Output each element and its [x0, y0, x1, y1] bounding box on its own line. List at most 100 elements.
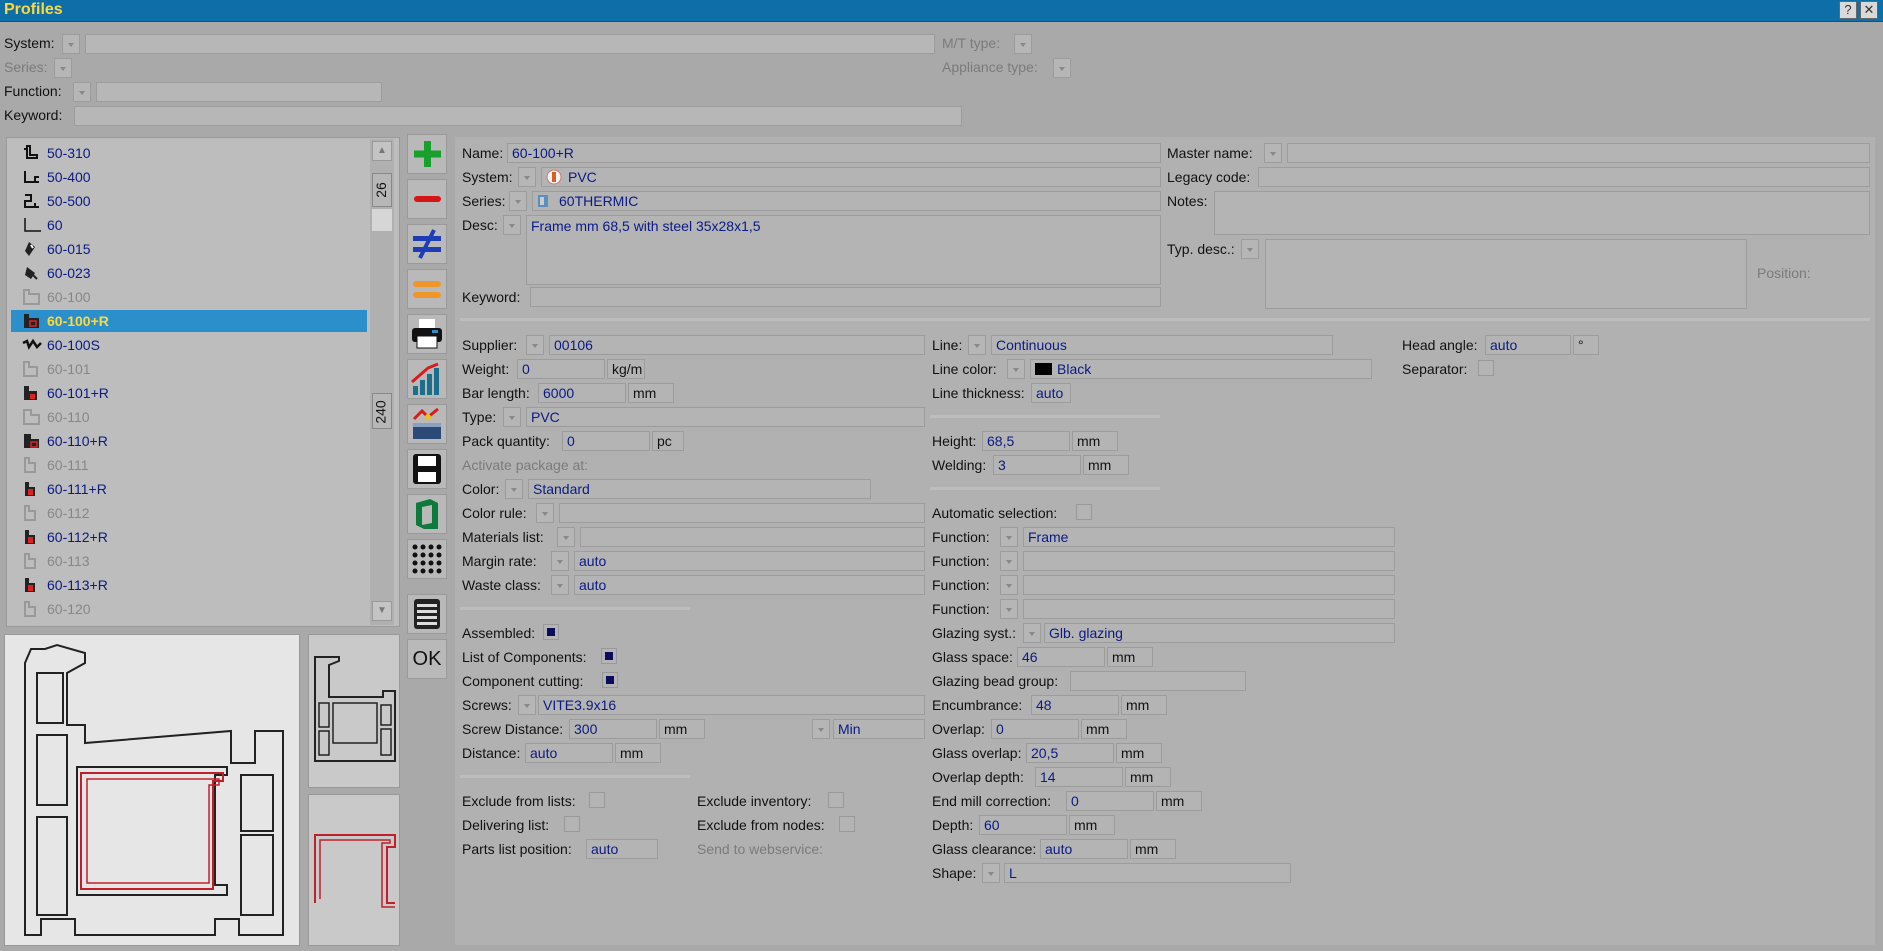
list-item[interactable]: 60-111+R: [11, 478, 367, 500]
separator-checkbox[interactable]: [1478, 360, 1494, 376]
line-field[interactable]: Continuous: [991, 335, 1333, 355]
list-item[interactable]: 60: [11, 214, 367, 236]
save-button[interactable]: [407, 449, 447, 489]
system-filter-field[interactable]: [85, 34, 935, 54]
series-dropdown[interactable]: [509, 191, 527, 211]
list-item[interactable]: 60-100: [11, 286, 367, 308]
margin-rate-field[interactable]: auto: [574, 551, 925, 571]
name-input[interactable]: 60-100+R: [507, 143, 1161, 163]
scroll-down-icon[interactable]: ▼: [372, 601, 392, 621]
materials-list-button[interactable]: [557, 527, 575, 547]
screws-button[interactable]: [518, 695, 536, 715]
glass-clearance-input[interactable]: auto: [1040, 839, 1128, 859]
list-scrollbar[interactable]: ▲ 26 240 ▼: [370, 139, 394, 625]
remove-button[interactable]: [407, 179, 447, 219]
pack-quantity-input[interactable]: 0: [562, 431, 650, 451]
materials-list-field[interactable]: [580, 527, 925, 547]
overlap-input[interactable]: 0: [991, 719, 1079, 739]
master-name-button[interactable]: [1264, 143, 1282, 163]
list-item[interactable]: 60-112: [11, 502, 367, 524]
list-item[interactable]: 60-023: [11, 262, 367, 284]
list-item[interactable]: 60-110: [11, 406, 367, 428]
equal-button[interactable]: [407, 269, 447, 309]
scroll-up-icon[interactable]: ▲: [372, 141, 392, 161]
ok-button[interactable]: OK: [407, 639, 447, 679]
margin-rate-dropdown[interactable]: [551, 551, 569, 571]
color-rule-button[interactable]: [536, 503, 554, 523]
type-dropdown[interactable]: [503, 407, 521, 427]
desc-flag-icon[interactable]: [503, 215, 521, 235]
compare-button[interactable]: [407, 224, 447, 264]
list-item[interactable]: 60-113: [11, 550, 367, 572]
desc-input[interactable]: Frame mm 68,5 with steel 35x28x1,5: [526, 215, 1161, 285]
delivering-list-checkbox[interactable]: [564, 816, 580, 832]
function-dropdown-1[interactable]: [1000, 527, 1018, 547]
depth-input[interactable]: 60: [979, 815, 1067, 835]
grid-button[interactable]: [407, 539, 447, 579]
function-field-2[interactable]: [1023, 551, 1395, 571]
overlap-depth-input[interactable]: 14: [1035, 767, 1123, 787]
list-item[interactable]: 60-100S: [11, 334, 367, 356]
head-angle-input[interactable]: auto: [1485, 335, 1571, 355]
list-item[interactable]: 60-015: [11, 238, 367, 260]
list-item[interactable]: 60-101: [11, 358, 367, 380]
list-of-components-checkbox[interactable]: [601, 648, 617, 664]
exclude-from-nodes-checkbox[interactable]: [839, 816, 855, 832]
shape-dropdown[interactable]: [982, 863, 1000, 883]
function-dropdown-2[interactable]: [1000, 551, 1018, 571]
keyword-input[interactable]: [530, 287, 1161, 307]
typ-desc-input[interactable]: [1265, 239, 1747, 309]
supplier-input[interactable]: 00106: [549, 335, 925, 355]
close-button[interactable]: ✕: [1860, 1, 1878, 19]
welding-input[interactable]: 3: [993, 455, 1081, 475]
weight-input[interactable]: 0: [517, 359, 605, 379]
function-dropdown-3[interactable]: [1000, 575, 1018, 595]
assembled-checkbox[interactable]: [543, 624, 559, 640]
profile-list[interactable]: 50-310 50-400 50-500 60 60-015 60-023 60-100 60…: [6, 137, 400, 627]
line-dropdown[interactable]: [968, 335, 986, 355]
function-dropdown-4[interactable]: [1000, 599, 1018, 619]
list-item[interactable]: 60-112+R: [11, 526, 367, 548]
type-field[interactable]: PVC: [526, 407, 925, 427]
help-button[interactable]: ?: [1839, 1, 1857, 19]
master-name-input[interactable]: [1287, 143, 1870, 163]
list-item[interactable]: 60-110+R: [11, 430, 367, 452]
parts-list-position-input[interactable]: auto: [586, 839, 658, 859]
profile-3d-button[interactable]: [407, 494, 447, 534]
exclude-from-lists-checkbox[interactable]: [589, 792, 605, 808]
bar-length-input[interactable]: 6000: [538, 383, 626, 403]
supplier-button[interactable]: [526, 335, 544, 355]
legacy-code-input[interactable]: [1258, 167, 1870, 187]
screws-field[interactable]: VITE3.9x16: [538, 695, 925, 715]
distance-input[interactable]: auto: [525, 743, 613, 763]
list-item[interactable]: 60-101+R: [11, 382, 367, 404]
end-mill-correction-input[interactable]: 0: [1066, 791, 1154, 811]
list-item[interactable]: 50-500: [11, 190, 367, 212]
list-item[interactable]: 50-310: [11, 142, 367, 164]
list-item[interactable]: 60-111: [11, 454, 367, 476]
screw-distance-input[interactable]: 300: [569, 719, 657, 739]
line-color-field[interactable]: Black: [1030, 359, 1372, 379]
color-rule-field[interactable]: [559, 503, 925, 523]
waste-class-field[interactable]: auto: [574, 575, 925, 595]
list-button[interactable]: [407, 594, 447, 634]
min-dropdown[interactable]: [812, 719, 830, 739]
automatic-selection-checkbox[interactable]: [1076, 504, 1092, 520]
system-field[interactable]: PVC: [541, 167, 1161, 187]
notes-input[interactable]: [1214, 191, 1870, 235]
color-dropdown[interactable]: [505, 479, 523, 499]
colors-button[interactable]: [407, 404, 447, 444]
glass-overlap-input[interactable]: 20,5: [1026, 743, 1114, 763]
shape-field[interactable]: L: [1004, 863, 1291, 883]
line-thickness-input[interactable]: auto: [1031, 383, 1071, 403]
mt-type-dropdown[interactable]: [1014, 34, 1032, 54]
appliance-type-dropdown[interactable]: [1053, 58, 1071, 78]
function-filter-field[interactable]: [96, 82, 382, 102]
list-item[interactable]: 60-100+R: [11, 310, 367, 332]
glass-space-input[interactable]: 46: [1017, 647, 1105, 667]
glazing-bead-group-field[interactable]: [1070, 671, 1246, 691]
function-field-1[interactable]: Frame: [1023, 527, 1395, 547]
add-button[interactable]: [407, 134, 447, 174]
glazing-system-field[interactable]: Glb. glazing: [1044, 623, 1395, 643]
min-field[interactable]: Min: [833, 719, 925, 739]
